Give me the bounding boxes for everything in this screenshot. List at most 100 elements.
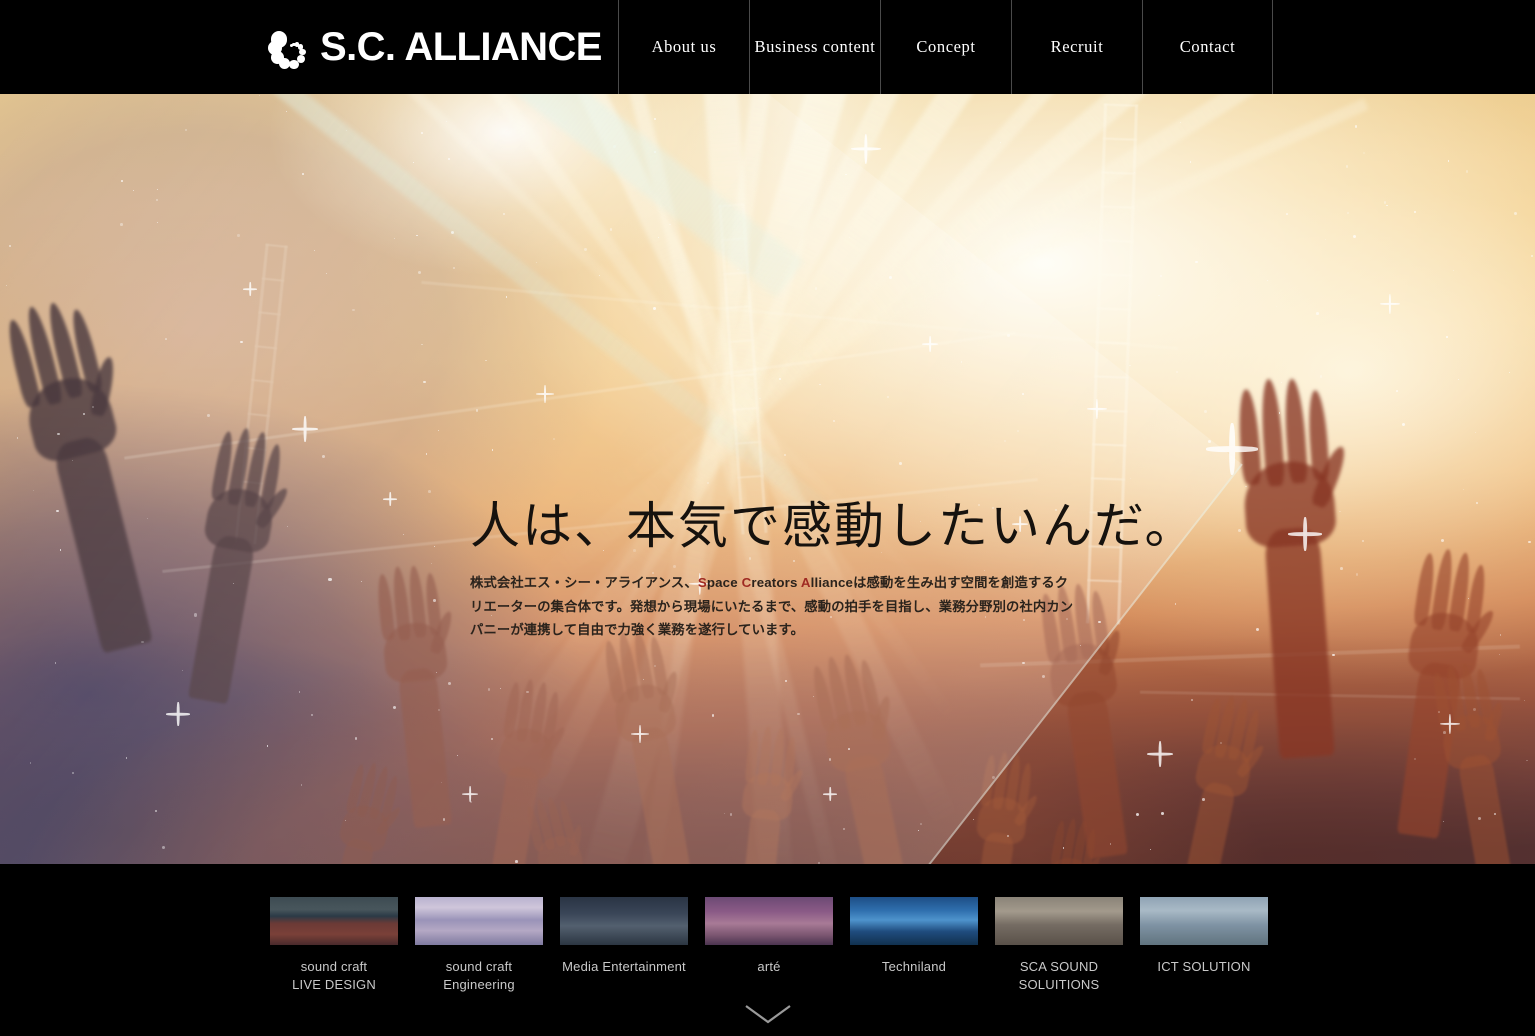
star-dust bbox=[1402, 423, 1406, 427]
brand-card-ict-solution[interactable]: ICT SOLUTION bbox=[1140, 897, 1268, 976]
live-design-console-photo bbox=[270, 897, 398, 945]
star-dust bbox=[1384, 201, 1387, 204]
star-dust bbox=[1238, 529, 1242, 532]
star-dust bbox=[1442, 820, 1445, 823]
star-dust bbox=[1477, 816, 1481, 820]
page-root: S.C. ALLIANCE About us Business content Co… bbox=[0, 0, 1535, 1036]
star-dust bbox=[1175, 370, 1179, 374]
star-dust bbox=[1457, 379, 1459, 381]
brand-label: Techniland bbox=[881, 959, 947, 974]
ict-solution-phone-photo bbox=[1140, 897, 1268, 945]
star-dust bbox=[1280, 382, 1282, 384]
star-dust bbox=[1346, 211, 1350, 215]
star-dust bbox=[1361, 540, 1364, 543]
brand-card-sound-craft[interactable]: sound craft LIVE DESIGN bbox=[270, 897, 398, 993]
star-dust bbox=[1513, 212, 1517, 216]
star-dust bbox=[1159, 274, 1162, 277]
nav-item-label: Recruit bbox=[1050, 37, 1104, 56]
star-dust bbox=[1437, 711, 1440, 714]
hero-lead-pace: pace bbox=[706, 575, 742, 590]
star-dust bbox=[1150, 849, 1152, 851]
star-dust bbox=[1385, 204, 1388, 207]
star-dust bbox=[1498, 653, 1500, 656]
star-dust bbox=[1109, 843, 1112, 845]
nav-item-recruit[interactable]: Recruit bbox=[1011, 0, 1142, 94]
brand-label: arté bbox=[757, 959, 781, 974]
brand-card-sound-craft[interactable]: sound craft Engineering bbox=[415, 897, 543, 993]
nav-item-contact[interactable]: Contact bbox=[1142, 0, 1273, 94]
star-dust bbox=[1441, 538, 1445, 542]
star-dust bbox=[1354, 125, 1358, 128]
star-dust bbox=[1285, 212, 1288, 215]
star-dust bbox=[1275, 306, 1277, 308]
brand-card-techniland[interactable]: Techniland bbox=[850, 897, 978, 976]
star-dust bbox=[1414, 758, 1417, 761]
sparkle bbox=[1288, 517, 1322, 551]
star-dust bbox=[1189, 161, 1191, 163]
star-dust bbox=[1319, 374, 1323, 378]
brand-card-arté[interactable]: arté bbox=[705, 897, 833, 976]
star-dust bbox=[1339, 567, 1343, 570]
star-dust bbox=[1315, 311, 1319, 315]
star-dust bbox=[1452, 269, 1455, 271]
hero-lead-pre: 株式会社エス・シー・アライアンス、 bbox=[470, 575, 698, 590]
star-dust bbox=[1467, 598, 1469, 599]
star-dust bbox=[1414, 210, 1417, 214]
star-dust bbox=[1363, 151, 1366, 155]
scroll-down-chevron-icon[interactable] bbox=[742, 1002, 794, 1026]
logo-dot bbox=[270, 31, 288, 48]
hero-lead-accent-c: C bbox=[741, 575, 752, 590]
brand-label: sound craft LIVE DESIGN bbox=[292, 959, 376, 992]
sparkle bbox=[1380, 294, 1400, 314]
star-dust bbox=[1442, 731, 1446, 735]
logo-text: S.C. ALLIANCE bbox=[320, 25, 602, 69]
star-dust bbox=[1278, 412, 1281, 414]
brand-card-sca-sound[interactable]: SCA SOUND SOLUITIONS bbox=[995, 897, 1123, 993]
star-dust bbox=[1462, 488, 1464, 490]
star-dust bbox=[1195, 260, 1198, 264]
star-dust bbox=[1355, 573, 1359, 577]
nav-item-business-content[interactable]: Business content bbox=[749, 0, 880, 94]
nav-item-concept[interactable]: Concept bbox=[880, 0, 1011, 94]
hero-title: 人は、本気で感動したいんだ。 bbox=[470, 498, 1197, 554]
star-dust bbox=[1136, 812, 1140, 816]
star-dust bbox=[1345, 165, 1349, 168]
star-dust bbox=[1396, 390, 1398, 392]
sparkle bbox=[851, 134, 881, 164]
sca-sound-studio-photo bbox=[995, 897, 1123, 945]
logo-dot bbox=[289, 59, 299, 70]
media-entertainment-photo bbox=[560, 897, 688, 945]
hero-lead-accent-s: S bbox=[697, 575, 707, 590]
nav-item-about-us[interactable]: About us bbox=[618, 0, 749, 94]
star-dust bbox=[1324, 238, 1326, 240]
nav-item-label: Concept bbox=[916, 37, 976, 56]
techniland-lighting-photo bbox=[850, 897, 978, 945]
star-dust bbox=[1494, 813, 1496, 816]
star-dust bbox=[1256, 628, 1260, 632]
hero-copy: 人は、本気で感動したいんだ。 株式会社エス・シー・アライアンス、Space Cr… bbox=[470, 498, 1197, 642]
star-dust bbox=[1499, 634, 1502, 636]
brand-label: sound craft Engineering bbox=[443, 959, 515, 992]
star-dust bbox=[1190, 699, 1193, 702]
star-dust bbox=[1446, 336, 1448, 338]
star-dust bbox=[1160, 812, 1164, 816]
brand-label: Media Entertainment bbox=[562, 959, 686, 974]
star-dust bbox=[1202, 798, 1206, 802]
star-dust bbox=[1267, 279, 1269, 281]
star-dust bbox=[999, 141, 1001, 143]
star-dust bbox=[1220, 741, 1223, 744]
star-dust bbox=[1528, 540, 1532, 544]
site-logo[interactable]: S.C. ALLIANCE bbox=[262, 17, 602, 77]
star-dust bbox=[1472, 707, 1476, 711]
star-dust bbox=[1524, 699, 1526, 701]
site-header: S.C. ALLIANCE About us Business content Co… bbox=[0, 0, 1535, 94]
star-dust bbox=[1353, 234, 1357, 238]
brand-label: ICT SOLUTION bbox=[1157, 959, 1251, 974]
hero-lead-lliance: lliance bbox=[810, 575, 854, 590]
brand-card-media-entertainment[interactable]: Media Entertainment bbox=[560, 897, 688, 976]
star-dust bbox=[1339, 510, 1342, 513]
hero-banner: 人は、本気で感動したいんだ。 株式会社エス・シー・アライアンス、Space Cr… bbox=[0, 94, 1535, 864]
star-dust bbox=[1174, 603, 1177, 605]
hero-lead-paragraph: 株式会社エス・シー・アライアンス、Space Creators Alliance… bbox=[470, 571, 1074, 642]
star-dust bbox=[1179, 121, 1181, 123]
